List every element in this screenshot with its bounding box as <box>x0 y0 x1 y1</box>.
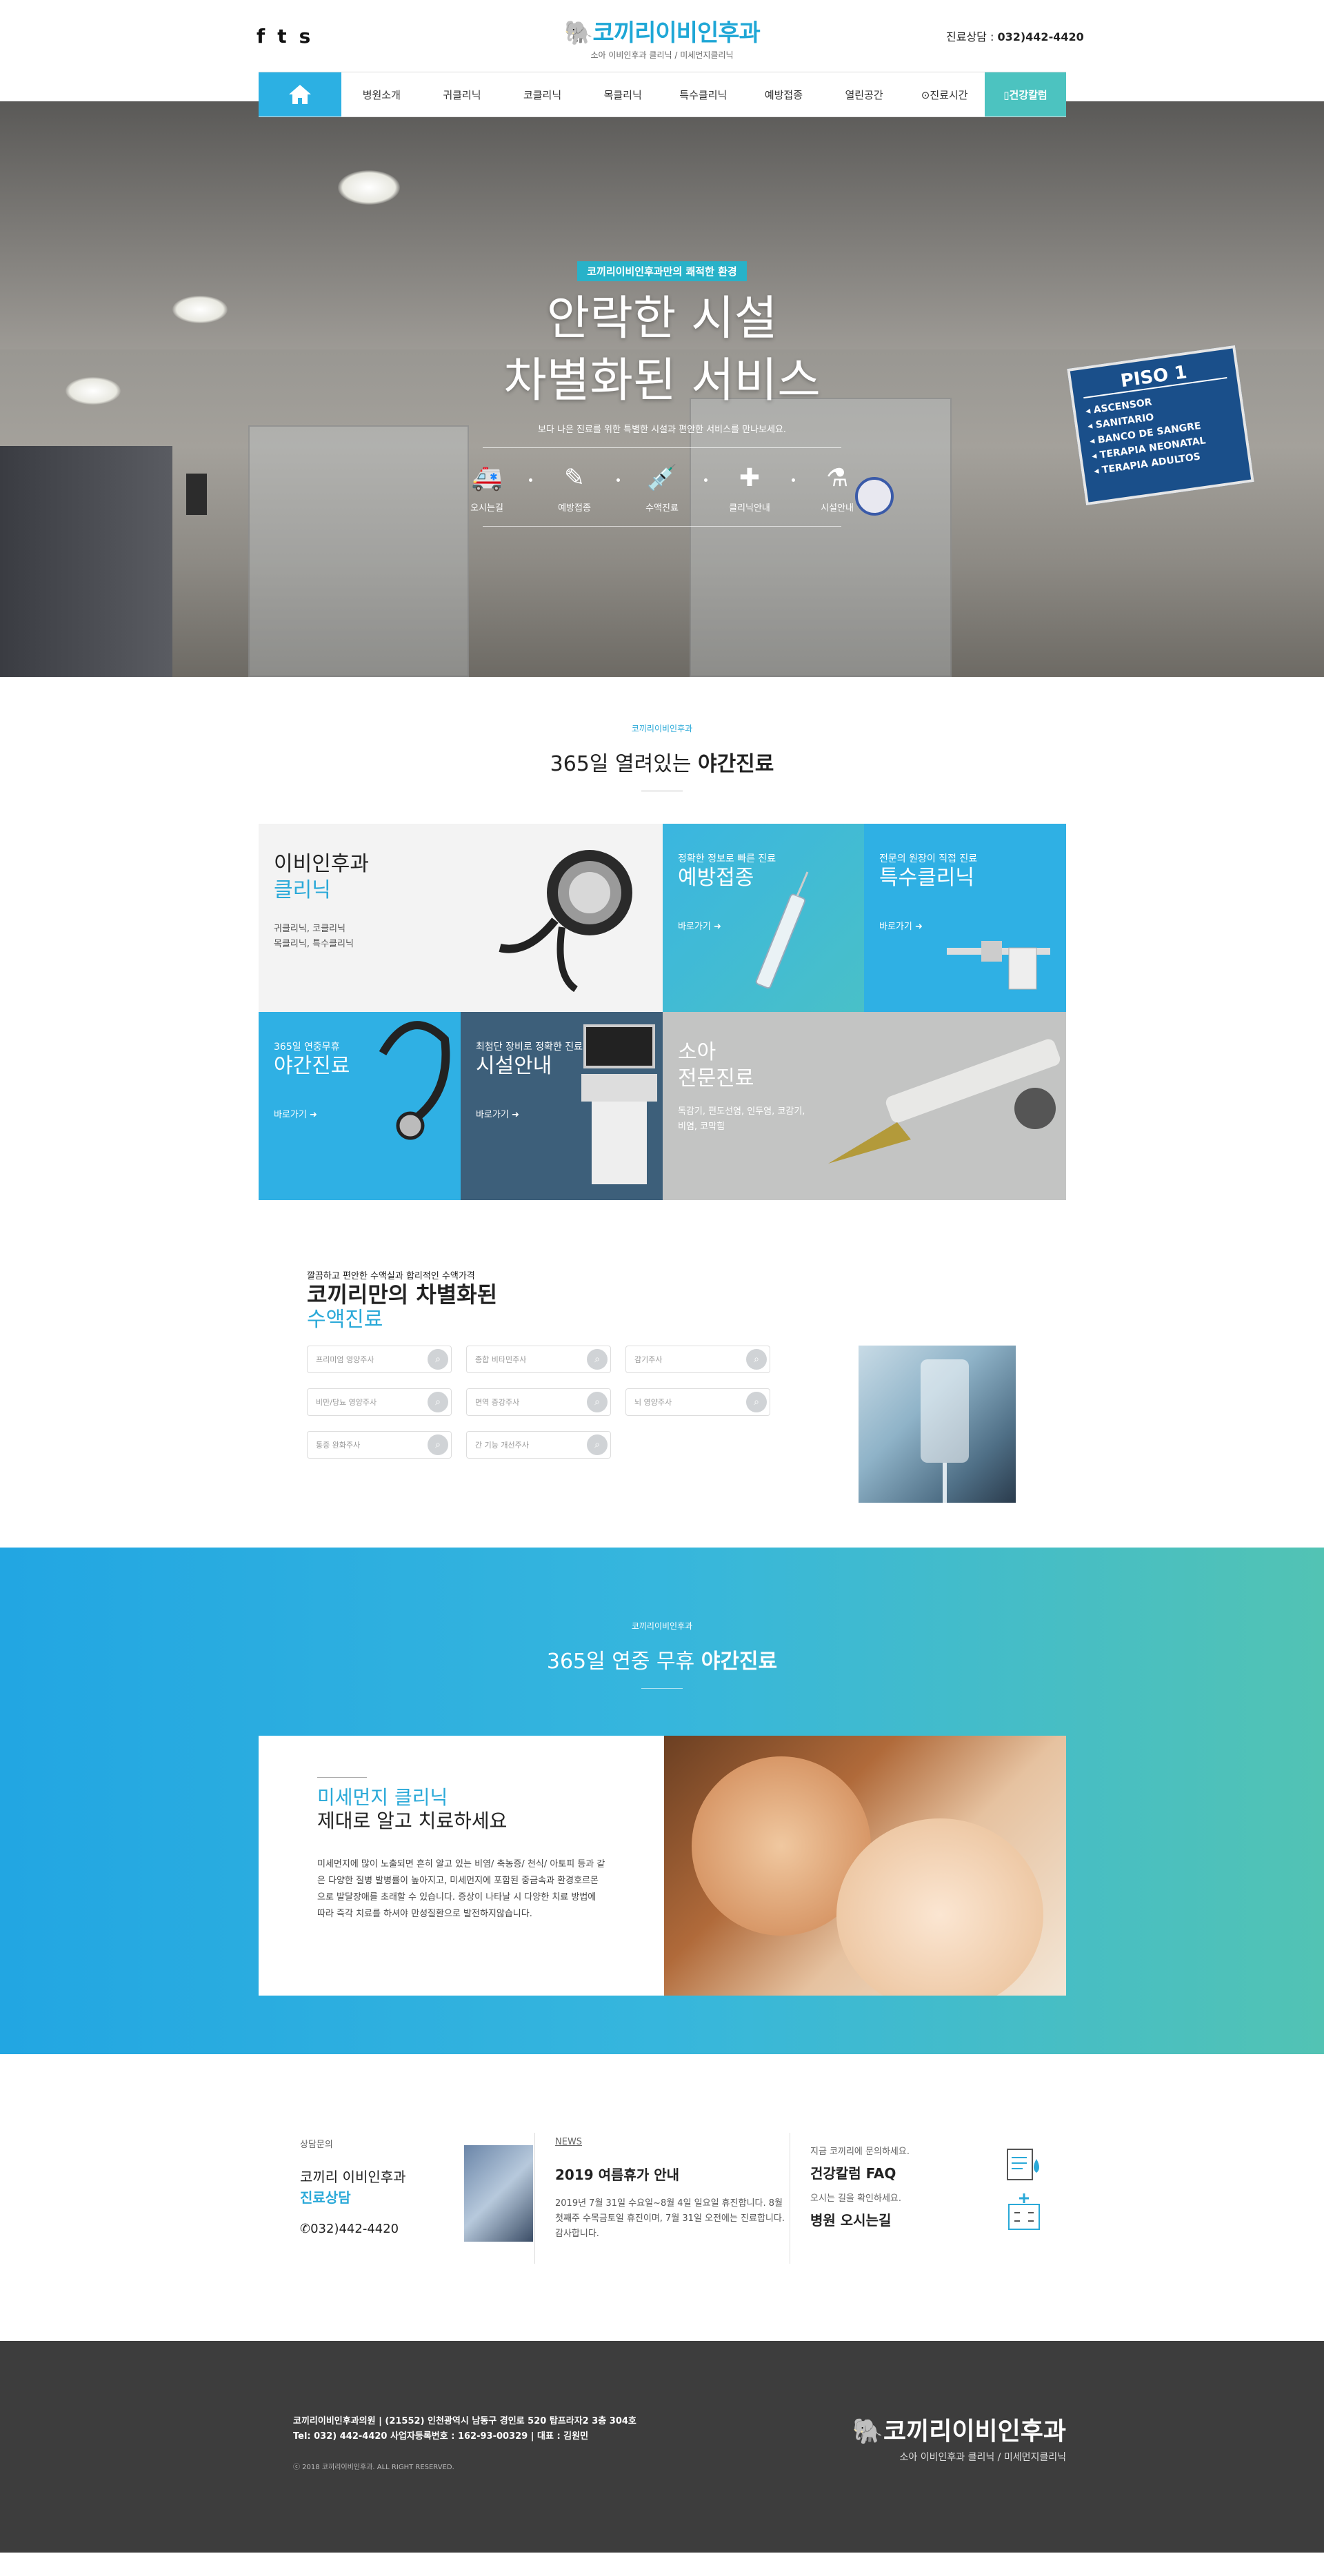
syringe-icon: 💉 <box>646 464 678 492</box>
iv-tube-shape <box>943 1463 947 1503</box>
directions-box[interactable]: 오시는 길을 확인하세요. 병원 오시는길 <box>810 2191 901 2329</box>
arrow-circle-icon: ➜ <box>309 1110 317 1120</box>
search-icon: ⌕ <box>428 1434 448 1455</box>
quick-link-directions[interactable]: 🚑 오시는길 <box>460 460 514 514</box>
nav-item-column[interactable]: ▯건강칼럼 <box>985 72 1066 116</box>
stethoscope-icon <box>499 850 632 993</box>
tile-vaccine[interactable]: 정확한 정보로 빠른 진료 예방접종 바로가기 ➜ <box>663 824 864 1012</box>
card-divider <box>317 1777 367 1778</box>
nav-item-hours[interactable]: ⊙진료시간 <box>904 72 985 116</box>
search-icon: ⌕ <box>428 1349 448 1370</box>
iv-heading: 깔끔하고 편안한 수액실과 합리적인 수액가격 코끼리만의 차별화된 수액진료 <box>307 1271 498 1332</box>
nav-item-throat[interactable]: 목클리닉 <box>583 72 663 116</box>
arrow-circle-icon: ➜ <box>511 1110 519 1120</box>
quick-link-facility[interactable]: ⚗ 시설안내 <box>810 460 864 514</box>
hero-divider <box>483 526 841 527</box>
hospital-icon <box>1008 2193 1040 2230</box>
stethoscope-image <box>379 1021 450 1140</box>
nav-item-vaccine[interactable]: 예방접종 <box>743 72 824 116</box>
ambulance-icon: 🚑 <box>471 464 503 492</box>
nav-item-ear[interactable]: 귀클리닉 <box>422 72 503 116</box>
flask-icon: ⚗ <box>825 464 849 492</box>
nav-item-special[interactable]: 특수클리닉 <box>663 72 744 116</box>
surgical-instrument-image <box>828 1039 1061 1164</box>
iv-pill-brain[interactable]: 뇌 영양주사 ⌕ <box>625 1388 770 1416</box>
iv-pill-vitamin[interactable]: 종합 비타민주사 ⌕ <box>466 1346 611 1373</box>
pencil-icon: ✎ <box>563 464 585 492</box>
divider <box>534 2133 535 2264</box>
search-icon: ⌕ <box>746 1392 767 1412</box>
separator-dot <box>529 478 532 482</box>
site-footer: 코끼리이비인후과의원 | (21552) 인천광역시 남동구 경인로 520 탑… <box>0 2341 1324 2553</box>
main-nav: 병원소개 귀클리닉 코클리닉 목클리닉 특수클리닉 예방접종 열린공간 ⊙진료시… <box>259 72 1066 117</box>
quick-link-vaccine[interactable]: ✎ 예방접종 <box>548 460 601 514</box>
logo-subtitle: 소아 이비인후과 클리닉 / 미세먼지클리닉 <box>590 50 734 60</box>
elephant-icon: 🐘 <box>564 19 593 47</box>
dust-clinic-card: 미세먼지 클리닉 제대로 알고 치료하세요 미세먼지에 많이 노출되면 흔히 알… <box>259 1736 664 1996</box>
hero-divider <box>483 447 841 448</box>
iv-pill-liver[interactable]: 간 기능 개선주사 ⌕ <box>466 1431 611 1459</box>
iv-pill-pain[interactable]: 통증 완화주사 ⌕ <box>307 1431 452 1459</box>
separator-dot <box>616 478 620 482</box>
tile-pediatric[interactable]: 소아 전문진료 독감기, 편도선염, 인두염, 코감기, 비염, 코막힘 <box>663 1012 1066 1200</box>
search-icon: ⌕ <box>587 1349 608 1370</box>
syringe-image <box>755 871 809 989</box>
nav-home[interactable] <box>259 72 341 116</box>
iv-pill-cold[interactable]: 감기주사 ⌕ <box>625 1346 770 1373</box>
night-care-heading: 코끼리이비인후과 365일 열려있는 야간진료 <box>0 722 1324 791</box>
counsel-box: 상담문의 코끼리 이비인후과 진료상담 ✆032)442-4420 <box>300 2140 406 2236</box>
search-icon: ⌕ <box>587 1434 608 1455</box>
separator-dot <box>704 478 708 482</box>
home-icon <box>289 85 311 104</box>
iv-pill-diabetes[interactable]: 비만/당뇨 영양주사 ⌕ <box>307 1388 452 1416</box>
children-photo <box>664 1736 1066 1996</box>
hero-quick-links: 🚑 오시는길 ✎ 예방접종 💉 수액진료 ✚ 클리닉안내 ⚗ 시설안내 <box>0 460 1324 514</box>
header-phone: 진료상담 : 032)442-4420 <box>946 30 1084 43</box>
ultrasound-machine-image <box>581 1024 657 1184</box>
hero-content: 코끼리이비인후과만의 쾌적한 환경 안락한 시설 차별화된 서비스 보다 나은 … <box>0 261 1324 539</box>
tile-clinic[interactable]: 이비인후과 클리닉 귀클리닉, 코클리닉 목클리닉, 특수클리닉 <box>259 824 663 1012</box>
ceiling-light <box>338 170 400 205</box>
tile-night-care[interactable]: 365일 연중무휴 야간진료 바로가기 ➜ <box>259 1012 461 1200</box>
footer-logo: 🐘코끼리이비인후과 소아 이비인후과 클리닉 / 미세먼지클리닉 <box>852 2417 1066 2463</box>
iv-pill-immune[interactable]: 면역 증강주사 ⌕ <box>466 1388 611 1416</box>
tile-facility[interactable]: 최첨단 장비로 정확한 진료 시설안내 바로가기 ➜ <box>461 1012 663 1200</box>
iv-pill-premium[interactable]: 프리미엄 영양주사 ⌕ <box>307 1346 452 1373</box>
hero-banner: PISO 1 ◂ ASCENSOR ◂ SANITARIO ◂ BANCO DE… <box>0 101 1324 677</box>
baby-face-shape <box>836 1818 1043 1996</box>
search-icon: ⌕ <box>746 1349 767 1370</box>
counsel-phone[interactable]: ✆032)442-4420 <box>300 2222 406 2236</box>
nav-item-nose[interactable]: 코클리닉 <box>502 72 583 116</box>
arrow-circle-icon: ➜ <box>914 922 923 932</box>
arrow-circle-icon: ➜ <box>713 922 721 932</box>
footer-copyright: ⓒ 2018 코끼리이비인후과. ALL RIGHT RESERVED. <box>293 2464 454 2471</box>
hero-title: 안락한 시설 차별화된 서비스 <box>503 292 821 408</box>
nav-item-open-space[interactable]: 열린공간 <box>824 72 905 116</box>
search-icon: ⌕ <box>428 1392 448 1412</box>
heading-divider <box>641 1688 683 1689</box>
quick-link-clinic[interactable]: ✚ 클리닉안내 <box>723 460 776 514</box>
separator-dot <box>792 478 795 482</box>
phone-icon: ✆ <box>300 2222 311 2236</box>
hero-description: 보다 나은 진료를 위한 특별한 시설과 편안한 서비스를 만나보세요. <box>537 425 787 435</box>
search-icon: ⌕ <box>587 1392 608 1412</box>
logo-name: 코끼리이비인후과 <box>592 19 761 47</box>
night-banner-heading: 코끼리이비인후과 365일 연중 무휴 야간진료 <box>0 1620 1324 1689</box>
quick-link-iv[interactable]: 💉 수액진료 <box>635 460 689 514</box>
counsel-image <box>464 2145 533 2242</box>
clinic-grid: 이비인후과 클리닉 귀클리닉, 코클리닉 목클리닉, 특수클리닉 정확한 정보로… <box>259 824 1066 1200</box>
tile-special-clinic[interactable]: 전문의 원장이 직접 진료 특수클리닉 바로가기 ➜ <box>864 824 1066 1012</box>
hero-badge: 코끼리이비인후과만의 쾌적한 환경 <box>577 261 747 281</box>
iv-bag-shape <box>921 1359 969 1463</box>
news-box[interactable]: NEWS 2019 여름휴가 안내 2019년 7월 31일 수요일~8월 4일… <box>555 2137 790 2275</box>
footer-address: 코끼리이비인후과의원 | (21552) 인천광역시 남동구 경인로 520 탑… <box>293 2416 636 2442</box>
surgical-tool-image <box>947 941 1050 990</box>
clipboard-icon <box>1007 2149 1039 2180</box>
nav-item-intro[interactable]: 병원소개 <box>341 72 422 116</box>
elephant-icon: 🐘 <box>852 2417 884 2446</box>
medkit-icon: ✚ <box>739 464 761 492</box>
iv-drip-image <box>859 1346 1016 1503</box>
site-logo[interactable]: 🐘코끼리이비인후과 소아 이비인후과 클리닉 / 미세먼지클리닉 <box>0 14 1324 61</box>
